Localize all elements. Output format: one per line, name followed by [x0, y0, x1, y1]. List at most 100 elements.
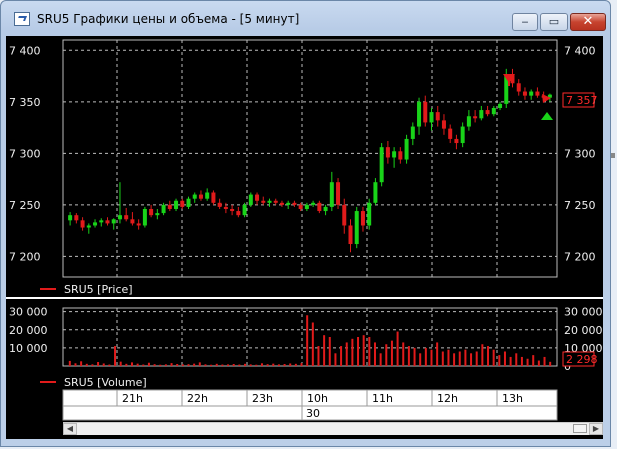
volume-bar — [91, 364, 94, 366]
candle-body — [535, 91, 540, 96]
maximize-button[interactable]: ▭ — [540, 13, 568, 31]
scrollbar-thumb[interactable] — [573, 424, 587, 433]
minimize-button[interactable]: ‒ — [512, 13, 538, 31]
scroll-left-button[interactable]: ◀ — [63, 423, 77, 435]
volume-bar — [458, 351, 461, 366]
volume-bar — [198, 362, 201, 366]
candle-body — [367, 202, 372, 226]
volume-bar — [441, 351, 444, 366]
chart-svg[interactable]: 7 400 7 350 7 300 7 250 7 200 7 400 7 350 7 30… — [6, 36, 603, 439]
candle-body — [93, 222, 98, 226]
volume-bar — [424, 347, 427, 366]
candle-body — [485, 110, 490, 115]
candle-body — [161, 204, 166, 214]
volume-bar — [215, 363, 218, 366]
candle-body — [423, 101, 428, 123]
candle-body — [105, 220, 110, 224]
volume-bar — [210, 364, 213, 366]
volume-bar — [170, 363, 173, 366]
volume-bar — [119, 361, 122, 366]
volume-bar — [193, 363, 196, 366]
candle-body — [522, 91, 527, 96]
volume-bar — [379, 353, 382, 366]
volume-bar — [289, 363, 292, 366]
volume-bar — [498, 355, 501, 366]
volume-bar — [272, 363, 275, 366]
volume-bar — [487, 346, 490, 366]
candle-body — [348, 225, 353, 245]
candle-body — [404, 138, 409, 160]
volume-bar — [328, 337, 331, 366]
candle-body — [261, 200, 266, 203]
scroll-right-button[interactable]: ▶ — [589, 423, 603, 435]
volume-bar — [249, 364, 252, 366]
time-axis-day: 30 — [306, 407, 320, 420]
candle-body — [385, 147, 390, 158]
volume-bar — [97, 362, 100, 366]
volume-bar — [266, 364, 269, 366]
volume-bar — [85, 363, 88, 366]
candle-body — [230, 208, 235, 212]
volume-bar — [453, 353, 456, 366]
volume-bar — [537, 360, 540, 366]
volume-bar — [181, 364, 184, 366]
title-bar[interactable]: SRU5 Графики цены и объема - [5 минут] ‒… — [1, 1, 610, 31]
volume-bar — [176, 364, 179, 366]
candle-body — [292, 202, 297, 205]
volume-bar — [142, 364, 145, 366]
candle-body — [142, 208, 147, 226]
volume-bar — [306, 315, 309, 366]
candle-body — [286, 202, 291, 205]
horizontal-scrollbar[interactable]: ◀ ▶ — [63, 422, 603, 435]
volume-bar — [317, 346, 320, 366]
candle-body — [80, 220, 85, 228]
price-y-axis-right: 7 4007 3507 3007 2507 200 — [564, 44, 596, 263]
volume-bar — [368, 337, 371, 366]
volume-bar — [396, 331, 399, 366]
candle-body — [373, 182, 378, 203]
close-button[interactable]: ✕ — [570, 13, 606, 31]
candle-body — [205, 192, 210, 199]
candle-body — [174, 200, 179, 209]
candle-body — [311, 202, 316, 205]
volume-bar — [481, 344, 484, 366]
volume-bar — [543, 356, 546, 366]
candle-body — [186, 198, 191, 207]
chart-area[interactable]: 7 400 7 350 7 300 7 250 7 200 7 400 7 350 7 30… — [6, 36, 603, 439]
candle-body — [360, 211, 365, 226]
last-volume-label: 2 298 — [566, 353, 598, 366]
volume-y-tick-left: 10 000 — [9, 342, 48, 355]
volume-bar — [74, 363, 77, 366]
volume-bar — [470, 353, 473, 366]
candle-body — [198, 194, 203, 199]
candle-body — [167, 204, 172, 209]
candle-body — [279, 202, 284, 205]
volume-bar — [277, 364, 280, 366]
volume-bar — [503, 351, 506, 366]
price-y-tick-right: 7 300 — [564, 147, 596, 160]
candle-body — [304, 204, 309, 209]
volume-y-tick-left: 20 000 — [9, 324, 48, 337]
volume-bar — [68, 360, 71, 366]
volume-bar — [300, 363, 303, 366]
price-y-axis-left: 7 400 7 350 7 300 7 250 7 200 — [9, 44, 41, 263]
candle-body — [398, 151, 403, 160]
volume-bar — [153, 364, 156, 366]
candle-body — [498, 103, 503, 109]
candle-body — [117, 215, 122, 220]
candle-body — [329, 182, 334, 207]
candle-body — [68, 215, 73, 221]
volume-bar — [159, 364, 162, 366]
volume-bar — [515, 353, 518, 366]
volume-bar — [340, 346, 343, 366]
candle-body — [392, 151, 397, 158]
volume-bar — [447, 349, 450, 366]
chart-app-icon — [14, 12, 30, 26]
volume-bar — [373, 342, 376, 366]
candle-body — [529, 91, 534, 96]
time-axis-hour-label: 23h — [252, 392, 273, 405]
volume-bar — [244, 363, 247, 366]
price-y-tick-right: 7 250 — [564, 199, 596, 212]
volume-bar — [407, 346, 410, 366]
side-edge-grip — [611, 153, 615, 158]
